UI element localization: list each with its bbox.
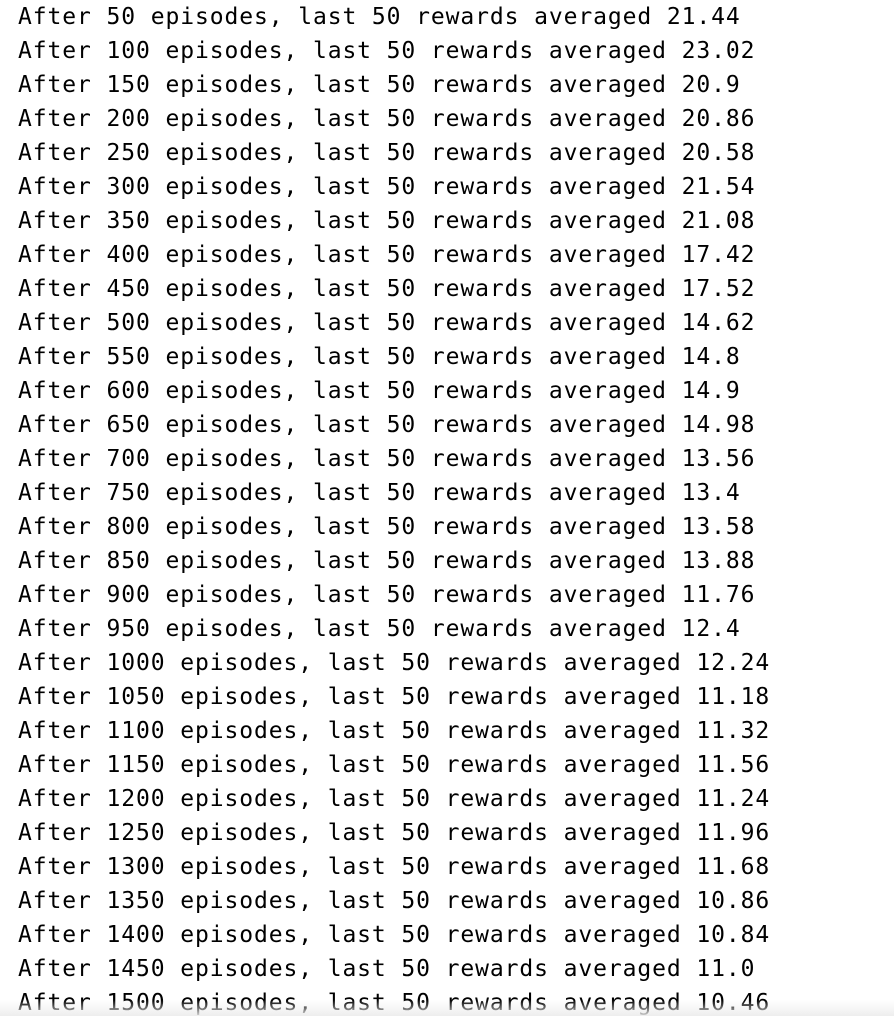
log-line: After 50 episodes, last 50 rewards avera… [18, 4, 741, 30]
log-line: After 1050 episodes, last 50 rewards ave… [18, 684, 771, 710]
log-line: After 700 episodes, last 50 rewards aver… [18, 446, 756, 472]
log-line: After 1000 episodes, last 50 rewards ave… [18, 650, 771, 676]
log-line: After 950 episodes, last 50 rewards aver… [18, 616, 741, 642]
log-line: After 1400 episodes, last 50 rewards ave… [18, 922, 771, 948]
log-line: After 1350 episodes, last 50 rewards ave… [18, 888, 771, 914]
log-line: After 1150 episodes, last 50 rewards ave… [18, 752, 771, 778]
log-line: After 1500 episodes, last 50 rewards ave… [18, 990, 771, 1016]
log-line: After 650 episodes, last 50 rewards aver… [18, 412, 756, 438]
log-line: After 1250 episodes, last 50 rewards ave… [18, 820, 771, 846]
log-line: After 500 episodes, last 50 rewards aver… [18, 310, 756, 336]
log-line: After 1450 episodes, last 50 rewards ave… [18, 956, 756, 982]
log-line: After 600 episodes, last 50 rewards aver… [18, 378, 741, 404]
log-line: After 850 episodes, last 50 rewards aver… [18, 548, 756, 574]
log-line: After 350 episodes, last 50 rewards aver… [18, 208, 756, 234]
log-line: After 900 episodes, last 50 rewards aver… [18, 582, 756, 608]
console-output: After 50 episodes, last 50 rewards avera… [18, 0, 894, 1016]
log-line: After 800 episodes, last 50 rewards aver… [18, 514, 756, 540]
log-line: After 300 episodes, last 50 rewards aver… [18, 174, 756, 200]
log-line: After 150 episodes, last 50 rewards aver… [18, 72, 741, 98]
log-line: After 1200 episodes, last 50 rewards ave… [18, 786, 771, 812]
log-line: After 250 episodes, last 50 rewards aver… [18, 140, 756, 166]
log-line: After 750 episodes, last 50 rewards aver… [18, 480, 741, 506]
log-line: After 100 episodes, last 50 rewards aver… [18, 38, 756, 64]
log-line: After 1300 episodes, last 50 rewards ave… [18, 854, 771, 880]
log-line: After 200 episodes, last 50 rewards aver… [18, 106, 756, 132]
log-line: After 550 episodes, last 50 rewards aver… [18, 344, 741, 370]
log-line: After 1100 episodes, last 50 rewards ave… [18, 718, 771, 744]
log-line: After 400 episodes, last 50 rewards aver… [18, 242, 756, 268]
console-output-area: After 50 episodes, last 50 rewards avera… [0, 0, 894, 1016]
log-line: After 450 episodes, last 50 rewards aver… [18, 276, 756, 302]
